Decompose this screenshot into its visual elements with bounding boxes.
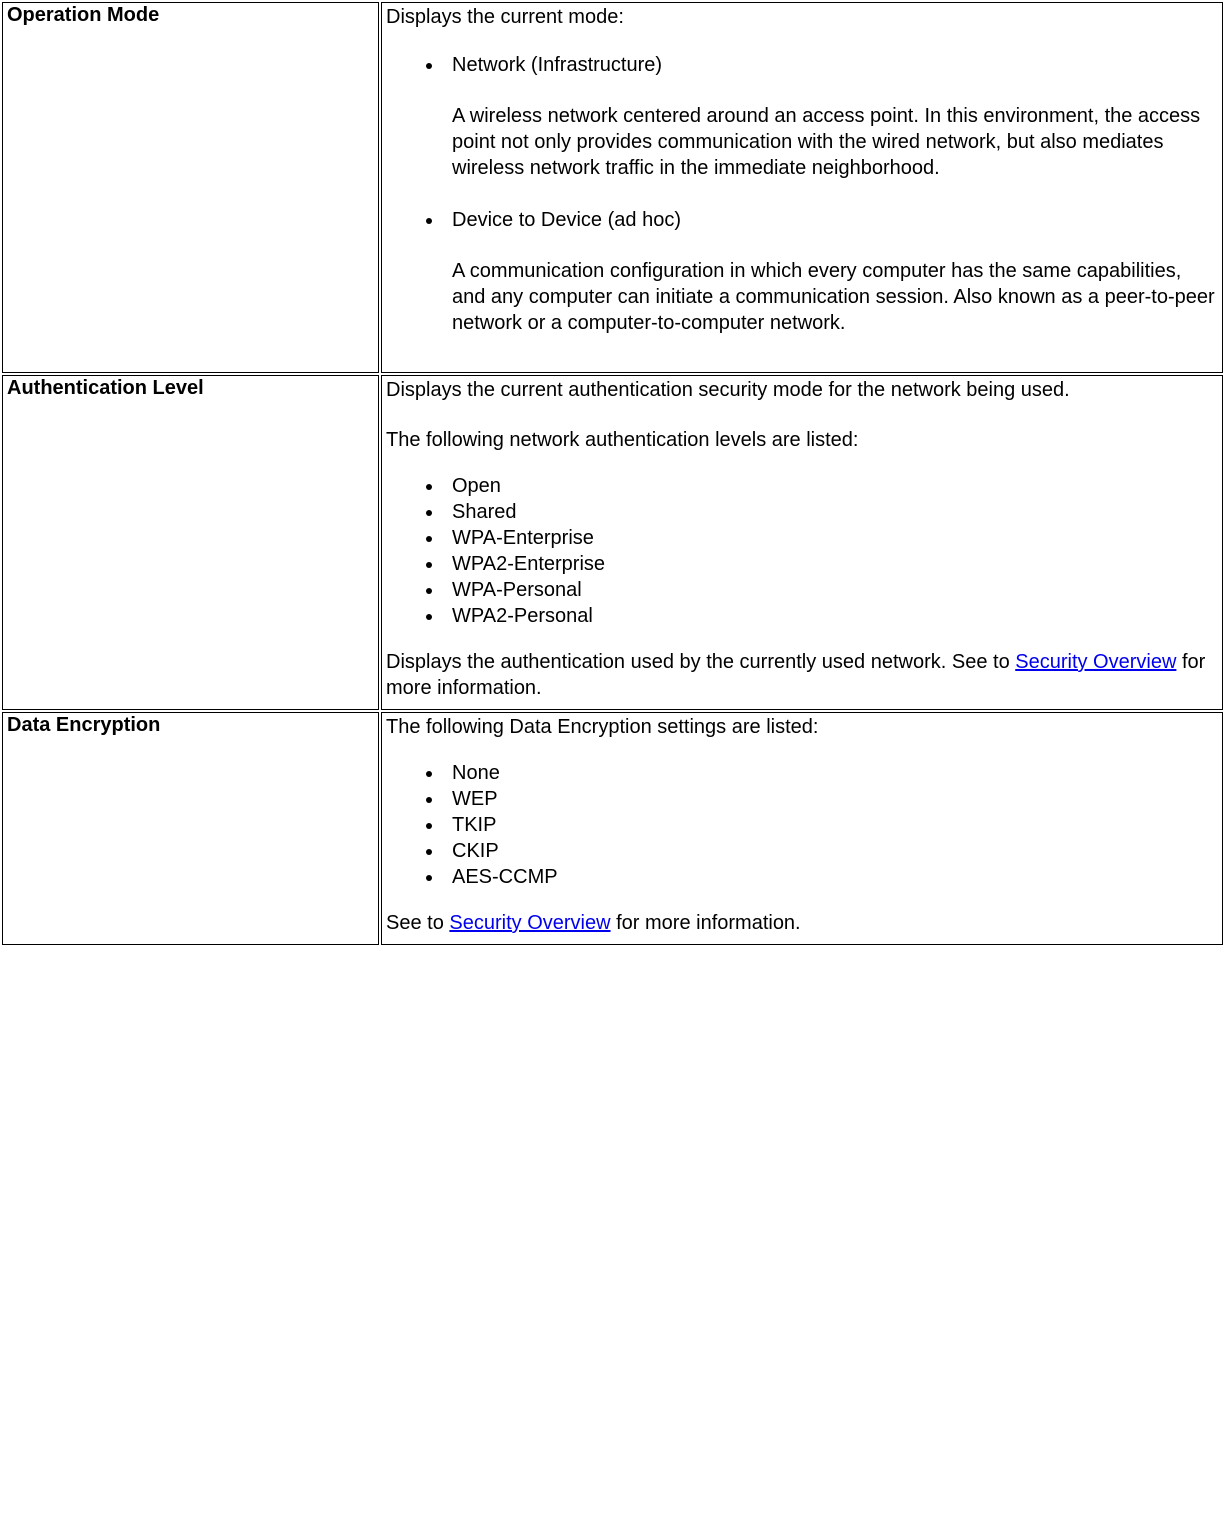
auth-level-list: Open Shared WPA-Enterprise WPA2-Enterpri… (386, 473, 1218, 629)
auth-intro-1: Displays the current authentication secu… (386, 377, 1218, 403)
row-description: Displays the current mode: Network (Infr… (381, 2, 1223, 373)
list-item: WPA-Personal (444, 577, 1218, 603)
table-row: Authentication Level Displays the curren… (2, 375, 1223, 710)
list-item: None (444, 760, 1218, 786)
list-item: WPA2-Enterprise (444, 551, 1218, 577)
list-item: WEP (444, 786, 1218, 812)
settings-table: Operation Mode Displays the current mode… (0, 0, 1225, 947)
table-row: Data Encryption The following Data Encry… (2, 712, 1223, 945)
list-item: TKIP (444, 812, 1218, 838)
row-label: Data Encryption (2, 712, 379, 945)
list-item-title: Network (Infrastructure) (444, 54, 1218, 77)
row-label: Operation Mode (2, 2, 379, 373)
list-item-title: Device to Device (ad hoc) (444, 209, 1218, 232)
row-label: Authentication Level (2, 375, 379, 710)
list-item: WPA2-Personal (444, 603, 1218, 629)
list-item-desc: A communication configuration in which e… (444, 258, 1218, 336)
enc-footer-prefix: See to (386, 912, 449, 934)
op-mode-intro: Displays the current mode: (386, 4, 1218, 30)
enc-intro: The following Data Encryption settings a… (386, 714, 1218, 740)
list-item: Shared (444, 499, 1218, 525)
row-description: Displays the current authentication secu… (381, 375, 1223, 710)
auth-footer: Displays the authentication used by the … (386, 649, 1218, 701)
auth-intro-2: The following network authentication lev… (386, 427, 1218, 453)
data-enc-list: None WEP TKIP CKIP AES-CCMP (386, 760, 1218, 890)
list-item: Device to Device (ad hoc) A communicatio… (444, 209, 1218, 336)
list-item: CKIP (444, 838, 1218, 864)
row-description: The following Data Encryption settings a… (381, 712, 1223, 945)
list-item: WPA-Enterprise (444, 525, 1218, 551)
list-item: AES-CCMP (444, 864, 1218, 890)
op-mode-list: Network (Infrastructure) A wireless netw… (386, 54, 1218, 336)
table-row: Operation Mode Displays the current mode… (2, 2, 1223, 373)
list-item: Open (444, 473, 1218, 499)
list-item: Network (Infrastructure) A wireless netw… (444, 54, 1218, 181)
auth-footer-prefix: Displays the authentication used by the … (386, 651, 1015, 673)
security-overview-link[interactable]: Security Overview (1015, 651, 1176, 673)
list-item-desc: A wireless network centered around an ac… (444, 103, 1218, 181)
enc-footer: See to Security Overview for more inform… (386, 910, 1218, 936)
enc-footer-suffix: for more information. (611, 912, 801, 934)
security-overview-link[interactable]: Security Overview (449, 912, 610, 934)
